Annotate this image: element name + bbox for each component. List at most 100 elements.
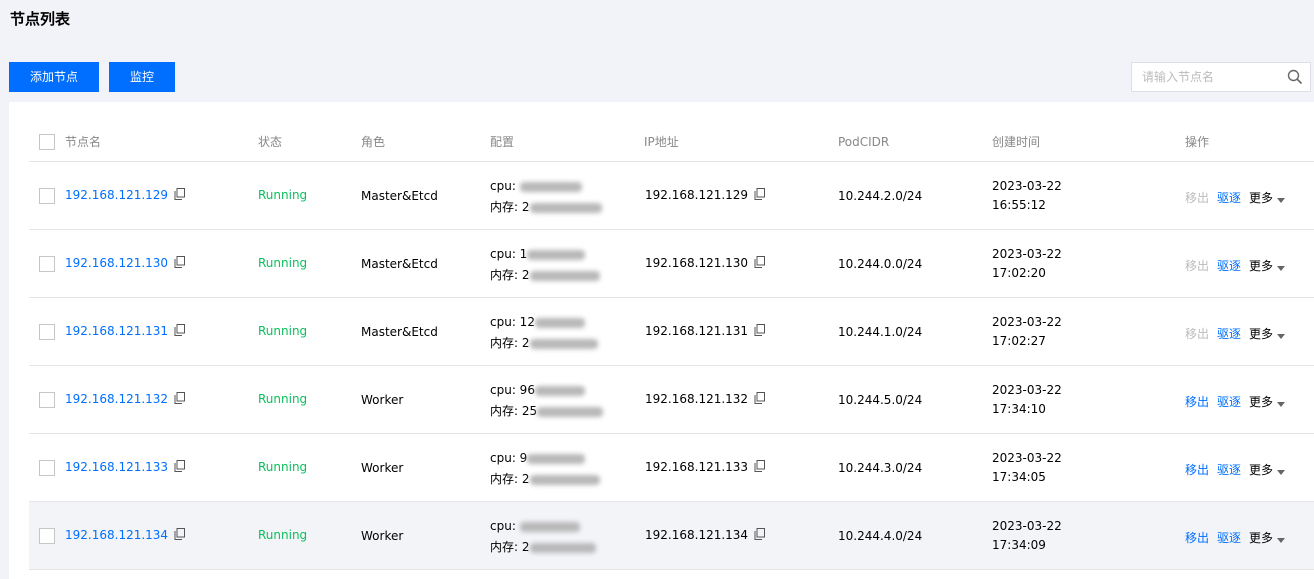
caret-down-icon	[1277, 260, 1286, 274]
evict-action[interactable]: 驱逐	[1217, 257, 1241, 274]
caret-down-icon	[1277, 192, 1286, 206]
node-name-link[interactable]: 192.168.121.133	[65, 460, 168, 474]
config-cpu-label: cpu:	[490, 519, 520, 533]
config-memory: 内存: 2	[490, 334, 598, 351]
copy-icon[interactable]	[174, 324, 186, 339]
node-name-link[interactable]: 192.168.121.134	[65, 528, 168, 542]
role-text: Master&Etcd	[361, 189, 438, 203]
more-dropdown[interactable]: 更多	[1249, 393, 1286, 410]
copy-icon[interactable]	[174, 256, 186, 271]
monitor-button[interactable]: 监控	[109, 62, 175, 92]
created-date: 2023-03-22	[992, 179, 1062, 193]
more-dropdown[interactable]: 更多	[1249, 529, 1286, 546]
column-header-podcidr: PodCIDR	[838, 135, 890, 149]
status-text: Running	[258, 528, 308, 542]
node-name-cell: 192.168.121.132	[65, 392, 186, 407]
node-name-link[interactable]: 192.168.121.129	[65, 188, 168, 202]
more-dropdown[interactable]: 更多	[1249, 257, 1286, 274]
row-checkbox[interactable]	[39, 528, 55, 544]
copy-icon[interactable]	[174, 392, 186, 407]
more-dropdown[interactable]: 更多	[1249, 461, 1286, 478]
redacted-value	[527, 249, 586, 260]
ip-cell: 192.168.121.134	[645, 528, 766, 543]
status-text: Running	[258, 392, 308, 406]
node-name-link[interactable]: 192.168.121.132	[65, 392, 168, 406]
remove-action: 移出	[1185, 259, 1210, 273]
role-text: Worker	[361, 529, 404, 543]
redacted-value	[529, 202, 602, 213]
copy-icon[interactable]	[754, 188, 766, 203]
select-all-checkbox[interactable]	[39, 134, 55, 150]
redacted-value	[519, 521, 580, 532]
row-checkbox[interactable]	[39, 460, 55, 476]
add-node-button[interactable]: 添加节点	[9, 62, 99, 92]
copy-icon[interactable]	[754, 460, 766, 475]
config-memory-label: 内存: 2	[490, 268, 530, 282]
config-memory-label: 内存: 2	[490, 200, 530, 214]
ip-text: 192.168.121.134	[645, 528, 749, 542]
copy-icon[interactable]	[754, 324, 766, 339]
node-name-link[interactable]: 192.168.121.130	[65, 256, 168, 270]
evict-action[interactable]: 驱逐	[1217, 393, 1241, 410]
ip-cell: 192.168.121.132	[645, 392, 766, 407]
created-time: 17:34:10	[992, 402, 1046, 416]
copy-icon[interactable]	[754, 528, 766, 543]
table-row: 192.168.121.131 Running Master&Etcd cpu: 12…	[29, 298, 1314, 366]
ip-text: 192.168.121.129	[645, 188, 749, 202]
evict-action[interactable]: 驱逐	[1217, 529, 1241, 546]
remove-action: 移出	[1185, 191, 1210, 205]
config-cpu-label: cpu:	[490, 179, 520, 193]
more-label: 更多	[1249, 259, 1274, 273]
config-cpu-label: cpu: 96	[490, 383, 535, 397]
node-table-panel: 节点名 状态 角色 配置 IP地址 PodCIDR 创建时间 操作 192.16…	[9, 102, 1314, 579]
redacted-value	[529, 474, 600, 485]
evict-action[interactable]: 驱逐	[1217, 461, 1241, 478]
copy-icon[interactable]	[174, 460, 186, 475]
role-text: Master&Etcd	[361, 325, 438, 339]
redacted-value	[519, 181, 582, 192]
config-memory: 内存: 2	[490, 538, 596, 555]
copy-icon[interactable]	[174, 188, 186, 203]
search-input[interactable]	[1132, 63, 1272, 91]
table-row: 192.168.121.133 Running Worker cpu: 9 内存: 2 1…	[29, 434, 1314, 502]
podcidr-text: 10.244.4.0/24	[838, 529, 923, 543]
config-cpu: cpu: 96	[490, 383, 585, 397]
role-text: Master&Etcd	[361, 257, 438, 271]
copy-icon[interactable]	[754, 392, 766, 407]
row-checkbox[interactable]	[39, 392, 55, 408]
podcidr-text: 10.244.5.0/24	[838, 393, 923, 407]
podcidr-text: 10.244.2.0/24	[838, 189, 923, 203]
search-box	[1131, 62, 1311, 92]
config-memory: 内存: 2	[490, 470, 600, 487]
ip-cell: 192.168.121.130	[645, 256, 766, 271]
copy-icon[interactable]	[754, 256, 766, 271]
column-header-created: 创建时间	[992, 135, 1041, 149]
table-row: 192.168.121.129 Running Master&Etcd cpu: 内存…	[29, 162, 1314, 230]
ip-text: 192.168.121.133	[645, 460, 749, 474]
redacted-value	[534, 385, 585, 396]
row-checkbox[interactable]	[39, 256, 55, 272]
evict-action[interactable]: 驱逐	[1217, 325, 1241, 342]
node-name-cell: 192.168.121.131	[65, 324, 186, 339]
more-label: 更多	[1249, 531, 1274, 545]
redacted-value	[529, 338, 598, 349]
row-checkbox[interactable]	[39, 324, 55, 340]
node-name-cell: 192.168.121.130	[65, 256, 186, 271]
copy-icon[interactable]	[174, 528, 186, 543]
column-header-config: 配置	[490, 135, 515, 149]
column-header-status: 状态	[258, 135, 283, 149]
remove-action[interactable]: 移出	[1185, 461, 1209, 478]
row-checkbox[interactable]	[39, 188, 55, 204]
search-icon[interactable]	[1287, 69, 1303, 89]
remove-action[interactable]: 移出	[1185, 393, 1209, 410]
remove-action[interactable]: 移出	[1185, 529, 1209, 546]
status-text: Running	[258, 256, 308, 270]
created-date: 2023-03-22	[992, 247, 1062, 261]
created-time: 17:02:20	[992, 266, 1046, 280]
evict-action[interactable]: 驱逐	[1217, 189, 1241, 206]
more-dropdown[interactable]: 更多	[1249, 189, 1286, 206]
podcidr-text: 10.244.3.0/24	[838, 461, 923, 475]
more-dropdown[interactable]: 更多	[1249, 325, 1286, 342]
node-name-link[interactable]: 192.168.121.131	[65, 324, 168, 338]
created-time: 17:34:09	[992, 538, 1046, 552]
